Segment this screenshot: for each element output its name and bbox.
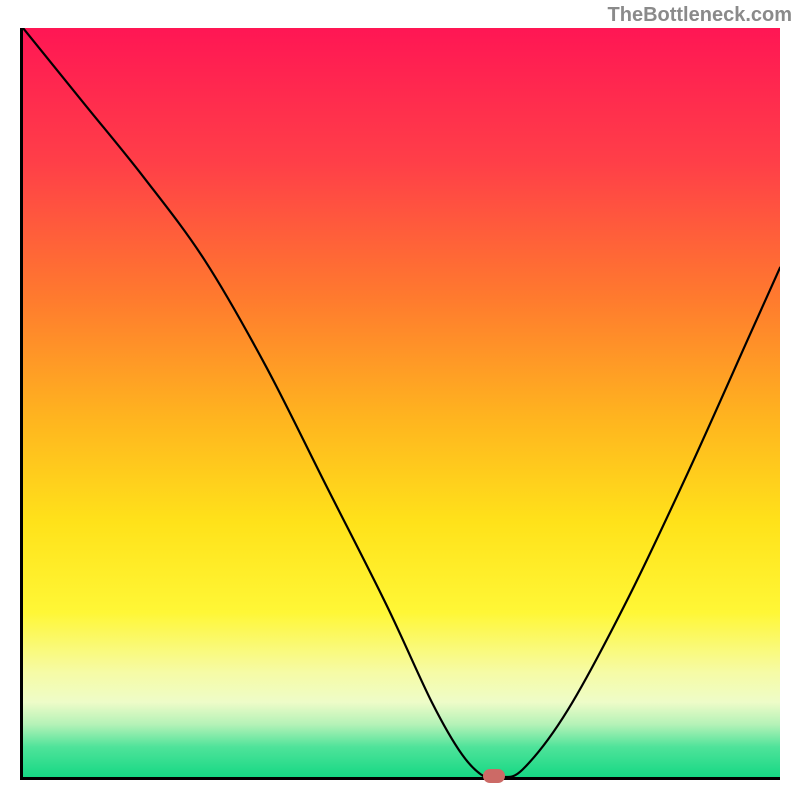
curve-layer [23,28,780,777]
plot-frame [20,28,780,780]
chart-container: TheBottleneck.com [0,0,800,800]
attribution-watermark: TheBottleneck.com [608,4,792,27]
bottleneck-curve [23,28,780,777]
optimal-marker [483,769,505,783]
